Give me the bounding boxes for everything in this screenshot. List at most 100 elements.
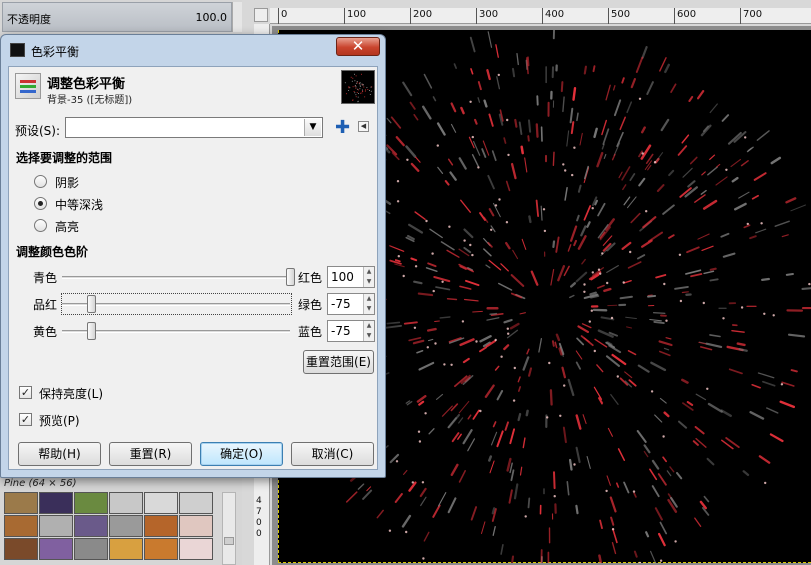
slider-right-label: 蓝色 — [298, 325, 323, 339]
pattern-swatch[interactable] — [39, 538, 73, 560]
slider-knob[interactable] — [86, 295, 96, 313]
reset-button[interactable]: 重置(R) — [109, 442, 192, 466]
window-title: 色彩平衡 — [31, 45, 80, 59]
pattern-swatch[interactable] — [179, 538, 213, 560]
checkbox-box[interactable]: ✓ — [19, 413, 32, 426]
spin-arrows[interactable]: ▲ ▼ — [363, 294, 374, 314]
gimp-window-icon — [10, 43, 25, 57]
slider-knob[interactable] — [286, 268, 295, 286]
layer-subtitle: 背景-35 ([无标题]) — [47, 95, 133, 106]
spin-value[interactable]: -75 — [331, 324, 351, 338]
help-button[interactable]: 帮助(H) — [18, 442, 101, 466]
layers-scrollbar[interactable] — [232, 2, 242, 32]
pattern-swatch[interactable] — [4, 538, 38, 560]
scrollbar-thumb[interactable] — [224, 537, 234, 545]
radio-label: 高亮 — [55, 220, 80, 234]
patterns-scrollbar[interactable] — [222, 492, 236, 565]
pattern-swatch[interactable] — [74, 492, 108, 514]
pattern-swatch[interactable] — [74, 538, 108, 560]
spin-up-icon: ▲ — [366, 268, 372, 275]
ruler-corner[interactable] — [254, 8, 268, 22]
preset-combo[interactable]: ▼ — [65, 117, 323, 138]
slider-magenta-green: 品红 绿色 -75 ▲ ▼ — [9, 293, 379, 315]
range-section-title: 选择要调整的范围 — [16, 151, 113, 165]
ok-button[interactable]: 确定(O) — [200, 442, 283, 466]
radio-indicator[interactable] — [34, 175, 47, 188]
preset-menu-icon[interactable]: ◀ — [358, 121, 369, 132]
slider-right-label: 红色 — [298, 271, 323, 285]
pattern-swatch[interactable] — [109, 515, 143, 537]
slider-cyan-red: 青色 红色 100 ▲ ▼ — [9, 266, 379, 288]
slider-yellow-blue: 黄色 蓝色 -75 ▲ ▼ — [9, 320, 379, 342]
spin-arrows[interactable]: ▲ ▼ — [363, 267, 374, 287]
color-balance-dialog: 色彩平衡 ✕ 调整色彩平衡 背景-35 ([无标题]) 预设(S): ▼ ✚ ◀… — [0, 34, 386, 478]
pattern-swatch[interactable] — [39, 492, 73, 514]
spin-down-icon: ▼ — [366, 278, 372, 285]
spin-down-icon: ▼ — [366, 305, 372, 312]
pattern-name: Pine (64 × 56) — [4, 478, 77, 489]
slider-knob[interactable] — [86, 322, 96, 340]
spin-value[interactable]: 100 — [331, 270, 354, 284]
slider-track[interactable] — [62, 303, 290, 306]
slider-left-label: 品红 — [33, 298, 58, 312]
add-preset-icon[interactable]: ✚ — [335, 117, 350, 138]
reset-range-button[interactable]: 重置范围(E) — [303, 350, 374, 374]
pattern-swatch[interactable] — [179, 515, 213, 537]
yellow-blue-spinbox[interactable]: -75 ▲ ▼ — [327, 320, 375, 342]
opacity-slider[interactable]: 不透明度 100.0 — [2, 2, 232, 32]
spin-arrows[interactable]: ▲ ▼ — [363, 321, 374, 341]
pattern-swatch[interactable] — [4, 515, 38, 537]
dialog-heading: 调整色彩平衡 — [47, 77, 126, 92]
cyan-red-spinbox[interactable]: 100 ▲ ▼ — [327, 266, 375, 288]
opacity-label: 不透明度 — [7, 13, 51, 26]
spin-up-icon: ▲ — [366, 295, 372, 302]
cancel-button[interactable]: 取消(C) — [291, 442, 374, 466]
layer-thumbnail — [341, 70, 375, 104]
pattern-swatch[interactable] — [109, 492, 143, 514]
slider-left-label: 青色 — [33, 271, 58, 285]
slider-left-label: 黄色 — [33, 325, 58, 339]
pattern-swatch[interactable] — [179, 492, 213, 514]
top-ruler[interactable]: 0 100 200 300 400 500 600 700 — [270, 8, 811, 24]
pattern-swatch[interactable] — [39, 515, 73, 537]
levels-section-title: 调整颜色色阶 — [16, 245, 89, 259]
pattern-swatch[interactable] — [4, 492, 38, 514]
slider-track[interactable] — [62, 330, 290, 333]
ruler-label: 0 — [281, 9, 288, 20]
ruler-label: 0 — [256, 529, 262, 539]
dialog-body: 调整色彩平衡 背景-35 ([无标题]) 预设(S): ▼ ✚ ◀ 选择要调整的… — [8, 66, 378, 470]
ruler-label: 0 — [256, 518, 262, 528]
radio-indicator[interactable] — [34, 219, 47, 232]
chevron-down-icon[interactable]: ▼ — [304, 119, 321, 136]
pattern-swatch[interactable] — [74, 515, 108, 537]
ruler-label: 700 — [743, 9, 763, 20]
color-balance-icon — [15, 73, 41, 99]
checkbox-box[interactable]: ✓ — [19, 386, 32, 399]
radio-indicator[interactable] — [34, 197, 47, 210]
ruler-label: 600 — [677, 9, 697, 20]
ruler-label: 400 — [545, 9, 565, 20]
spin-value[interactable]: -75 — [331, 297, 351, 311]
spin-up-icon: ▲ — [366, 322, 372, 329]
preset-label: 预设(S): — [15, 124, 61, 138]
ruler-label: 100 — [347, 9, 367, 20]
pattern-swatch[interactable] — [144, 538, 178, 560]
pattern-swatch[interactable] — [109, 538, 143, 560]
spin-down-icon: ▼ — [366, 332, 372, 339]
radio-label: 中等深浅 — [55, 198, 104, 212]
pattern-swatch[interactable] — [144, 515, 178, 537]
opacity-value: 100.0 — [195, 11, 228, 24]
ruler-label: 200 — [413, 9, 433, 20]
close-button[interactable]: ✕ — [336, 37, 380, 56]
slider-track[interactable] — [62, 276, 290, 279]
dialog-titlebar[interactable]: 色彩平衡 ✕ — [1, 35, 385, 63]
ruler-label: 300 — [479, 9, 499, 20]
patterns-grid — [4, 492, 214, 565]
magenta-green-spinbox[interactable]: -75 ▲ ▼ — [327, 293, 375, 315]
ruler-label: 500 — [611, 9, 631, 20]
slider-right-label: 绿色 — [298, 298, 323, 312]
ruler-label: 4 — [256, 496, 262, 506]
ruler-label: 7 — [256, 507, 262, 517]
pattern-swatch[interactable] — [144, 492, 178, 514]
checkbox-label: 保持亮度(L) — [39, 387, 104, 401]
